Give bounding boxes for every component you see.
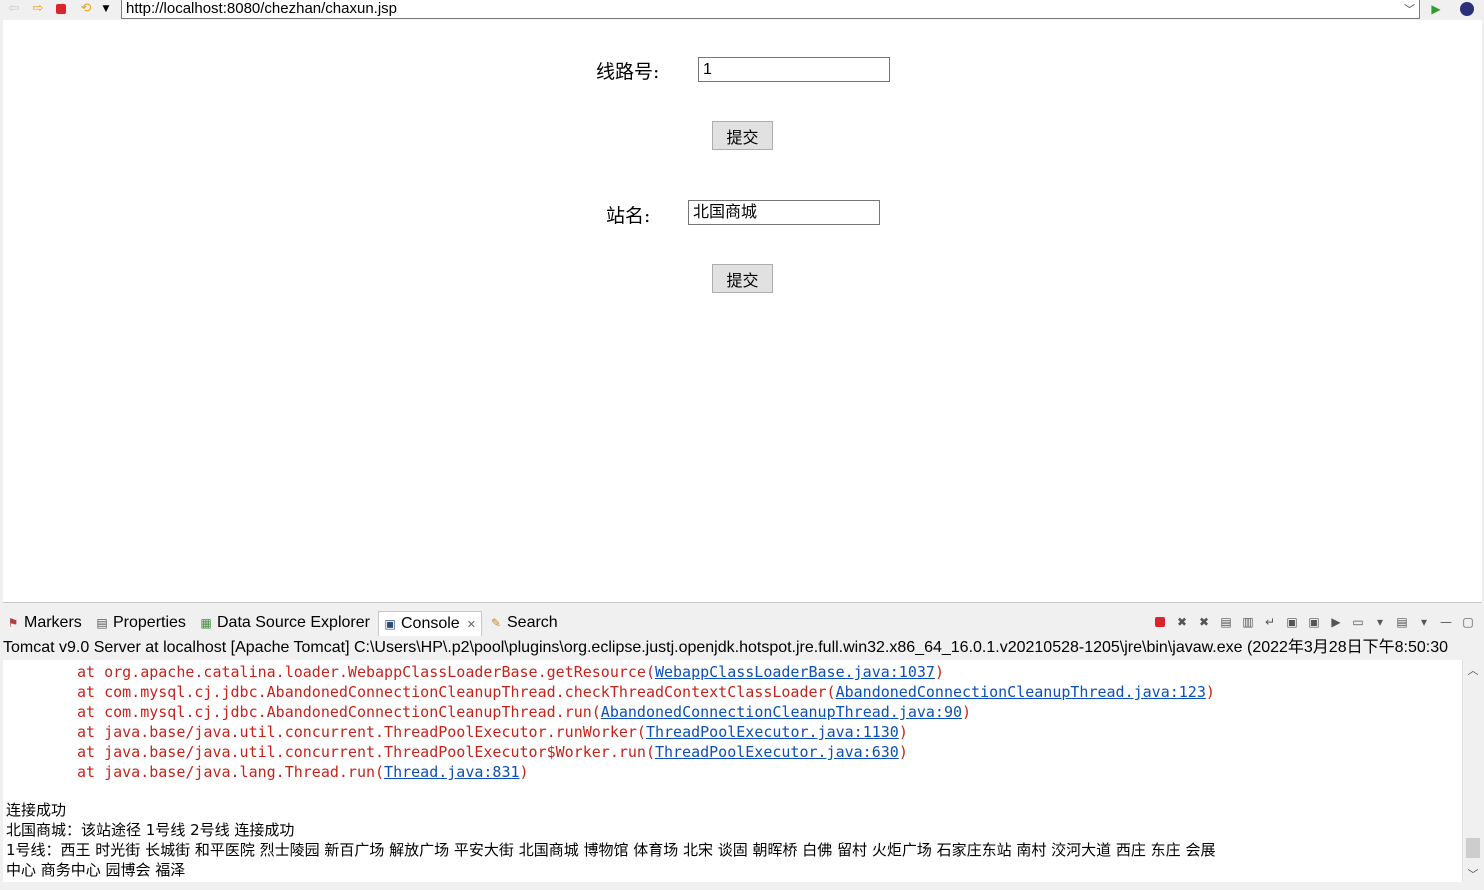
remove-all-icon[interactable]: ✖ xyxy=(1196,614,1212,630)
trace-line: at java.base/java.util.concurrent.Thread… xyxy=(77,743,908,761)
open-console-icon[interactable]: ▤ xyxy=(1394,614,1410,630)
eclipse-icon xyxy=(1459,1,1475,17)
output-line: 北国商城：该站途径 1号线 2号线 连接成功 xyxy=(6,821,295,839)
route-label: 线路号: xyxy=(596,61,660,83)
station-label: 站名: xyxy=(606,205,651,227)
tab-data-source-explorer[interactable]: ▦ Data Source Explorer xyxy=(199,612,370,634)
properties-icon: ▤ xyxy=(96,616,108,630)
source-link[interactable]: ThreadPoolExecutor.java:630 xyxy=(655,743,899,761)
terminate-icon[interactable] xyxy=(1152,614,1168,630)
datasource-icon: ▦ xyxy=(200,616,212,630)
trace-line: at java.base/java.lang.Thread.run(Thread… xyxy=(77,763,529,781)
stop-icon[interactable] xyxy=(53,1,69,17)
display-console-icon[interactable]: ▭ xyxy=(1350,614,1366,630)
trace-line: at java.base/java.util.concurrent.Thread… xyxy=(77,723,908,741)
tab-search[interactable]: ✎ Search xyxy=(489,612,558,634)
source-link[interactable]: WebappClassLoaderBase.java:1037 xyxy=(655,663,935,681)
scrollbar-thumb[interactable] xyxy=(1466,838,1480,858)
chevron-down-icon[interactable]: ﹀ xyxy=(1463,866,1483,881)
chevron-down-icon[interactable]: ▾ xyxy=(1416,614,1432,630)
close-icon[interactable]: ✕ xyxy=(467,618,476,631)
console-output[interactable]: at org.apache.catalina.loader.WebappClas… xyxy=(3,660,1462,882)
dropdown-icon[interactable]: ▼ xyxy=(98,1,114,17)
word-wrap-icon[interactable]: ↵ xyxy=(1262,614,1278,630)
forward-arrow-icon[interactable]: ⇨ xyxy=(30,1,46,17)
output-line: 连接成功 xyxy=(6,801,67,819)
trace-line: at com.mysql.cj.jdbc.AbandonedConnection… xyxy=(77,683,1215,701)
source-link[interactable]: ThreadPoolExecutor.java:1130 xyxy=(646,723,899,741)
markers-icon: ⚑ xyxy=(7,616,19,630)
console-header: Tomcat v9.0 Server at localhost [Apache … xyxy=(0,637,1484,659)
tab-properties[interactable]: ▤ Properties xyxy=(95,612,186,634)
pin-console-icon[interactable]: ▶ xyxy=(1328,614,1344,630)
remove-launch-icon[interactable]: ✖ xyxy=(1174,614,1190,630)
trace-line: at org.apache.catalina.loader.WebappClas… xyxy=(77,663,944,681)
source-link[interactable]: AbandonedConnectionCleanupThread.java:90 xyxy=(601,703,962,721)
search-icon: ✎ xyxy=(490,616,502,630)
submit-station-button[interactable]: 提交 xyxy=(712,264,773,293)
route-input[interactable]: 1 xyxy=(698,57,890,82)
station-input[interactable]: 北国商城 xyxy=(688,200,880,225)
console-toolbar: ✖ ✖ ▤ ▥ ↵ ▣ ▣ ▶ ▭ ▾ ▤ ▾ — ▢ xyxy=(1152,612,1476,632)
minimize-icon[interactable]: — xyxy=(1438,614,1454,630)
eclipse-window: ⇦ ⇨ ⟲ ▼ http://localhost:8080/chezhan/ch… xyxy=(0,0,1484,890)
tab-label: Markers xyxy=(24,614,82,631)
tab-label: Console xyxy=(401,615,460,632)
view-tabs: ⚑ Markers ▤ Properties ▦ Data Source Exp… xyxy=(0,608,1484,636)
output-line: 中心 商务中心 园博会 福泽 xyxy=(6,861,186,879)
maximize-icon[interactable]: ▢ xyxy=(1460,614,1476,630)
show-on-error-icon[interactable]: ▣ xyxy=(1306,614,1322,630)
go-icon[interactable]: ▶ xyxy=(1428,1,1444,17)
tab-label: Properties xyxy=(113,614,186,631)
tab-markers[interactable]: ⚑ Markers xyxy=(6,612,82,634)
refresh-icon[interactable]: ⟲ xyxy=(78,1,94,17)
scroll-lock-icon[interactable]: ▥ xyxy=(1240,614,1256,630)
output-line: 1号线：西王 时光街 长城街 和平医院 烈士陵园 新百广场 解放广场 平安大街 … xyxy=(6,841,1216,859)
tab-label: Data Source Explorer xyxy=(217,614,370,631)
submit-route-button[interactable]: 提交 xyxy=(712,121,773,150)
browser-content: 线路号: 1 提交 站名: 北国商城 提交 xyxy=(3,20,1482,603)
back-arrow-icon[interactable]: ⇦ xyxy=(6,1,22,17)
url-text: http://localhost:8080/chezhan/chaxun.jsp xyxy=(126,0,398,17)
console-scrollbar[interactable]: ︿ ﹀ xyxy=(1462,660,1482,882)
tab-label: Search xyxy=(507,614,558,631)
chevron-down-icon[interactable]: ﹀ xyxy=(1404,1,1415,17)
tab-console[interactable]: ▣ Console ✕ xyxy=(378,611,482,636)
show-on-output-icon[interactable]: ▣ xyxy=(1284,614,1300,630)
status-bar xyxy=(0,882,1484,890)
source-link[interactable]: AbandonedConnectionCleanupThread.java:12… xyxy=(836,683,1206,701)
browser-toolbar: ⇦ ⇨ ⟲ ▼ http://localhost:8080/chezhan/ch… xyxy=(0,0,1484,20)
chevron-up-icon[interactable]: ︿ xyxy=(1463,662,1483,677)
trace-line: at com.mysql.cj.jdbc.AbandonedConnection… xyxy=(77,703,972,721)
clear-console-icon[interactable]: ▤ xyxy=(1218,614,1234,630)
console-icon: ▣ xyxy=(384,617,396,631)
url-bar[interactable]: http://localhost:8080/chezhan/chaxun.jsp… xyxy=(121,0,1420,19)
source-link[interactable]: Thread.java:831 xyxy=(384,763,519,781)
chevron-down-icon[interactable]: ▾ xyxy=(1372,614,1388,630)
